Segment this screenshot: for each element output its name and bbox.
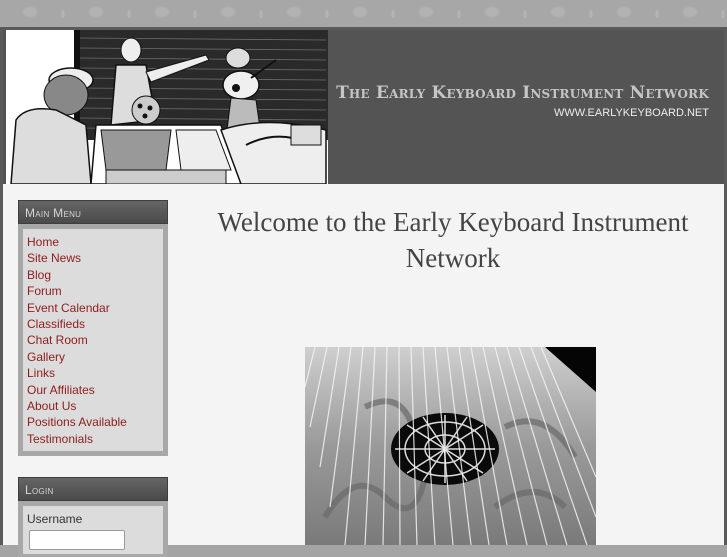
login-module: Login Username	[18, 477, 168, 557]
login-form: Username	[23, 506, 163, 554]
menu-item-home[interactable]: Home	[27, 234, 159, 250]
login-title: Login	[18, 477, 168, 501]
site-wrapper: The Early Keyboard Instrument Network WW…	[0, 27, 727, 557]
main-menu-module: Main Menu Home Site News Blog Forum Even…	[18, 200, 168, 457]
woodcut-illustration	[6, 30, 328, 184]
menu-item-our-affiliates[interactable]: Our Affiliates	[27, 382, 159, 398]
damask-background-band	[0, 0, 727, 27]
menu-item-chat-room[interactable]: Chat Room	[27, 332, 159, 348]
menu-item-gallery[interactable]: Gallery	[27, 349, 159, 365]
harpsichord-soundboard-photo	[305, 347, 596, 545]
site-header: The Early Keyboard Instrument Network WW…	[3, 30, 724, 184]
header-banner-image	[6, 30, 328, 184]
menu-item-about-us[interactable]: About Us	[27, 398, 159, 414]
menu-item-site-news[interactable]: Site News	[27, 250, 159, 266]
site-title[interactable]: The Early Keyboard Instrument Network	[336, 83, 709, 103]
menu-item-testimonials[interactable]: Testimonials	[27, 431, 159, 447]
menu-item-event-calendar[interactable]: Event Calendar	[27, 300, 159, 316]
main-menu-title: Main Menu	[18, 200, 168, 224]
page-container: The Early Keyboard Instrument Network WW…	[3, 30, 724, 557]
main-menu-list: Home Site News Blog Forum Event Calendar…	[23, 229, 163, 452]
menu-item-links[interactable]: Links	[27, 365, 159, 381]
menu-item-positions-available[interactable]: Positions Available	[27, 414, 159, 430]
username-input[interactable]	[29, 530, 125, 550]
menu-item-forum[interactable]: Forum	[27, 283, 159, 299]
feature-image	[305, 347, 596, 545]
username-label: Username	[27, 512, 83, 526]
menu-item-classifieds[interactable]: Classifieds	[27, 316, 159, 332]
page-heading: Welcome to the Early Keyboard Instrument…	[217, 207, 689, 273]
menu-item-blog[interactable]: Blog	[27, 267, 159, 283]
site-url[interactable]: WWW.EARLYKEYBOARD.NET	[554, 107, 709, 119]
